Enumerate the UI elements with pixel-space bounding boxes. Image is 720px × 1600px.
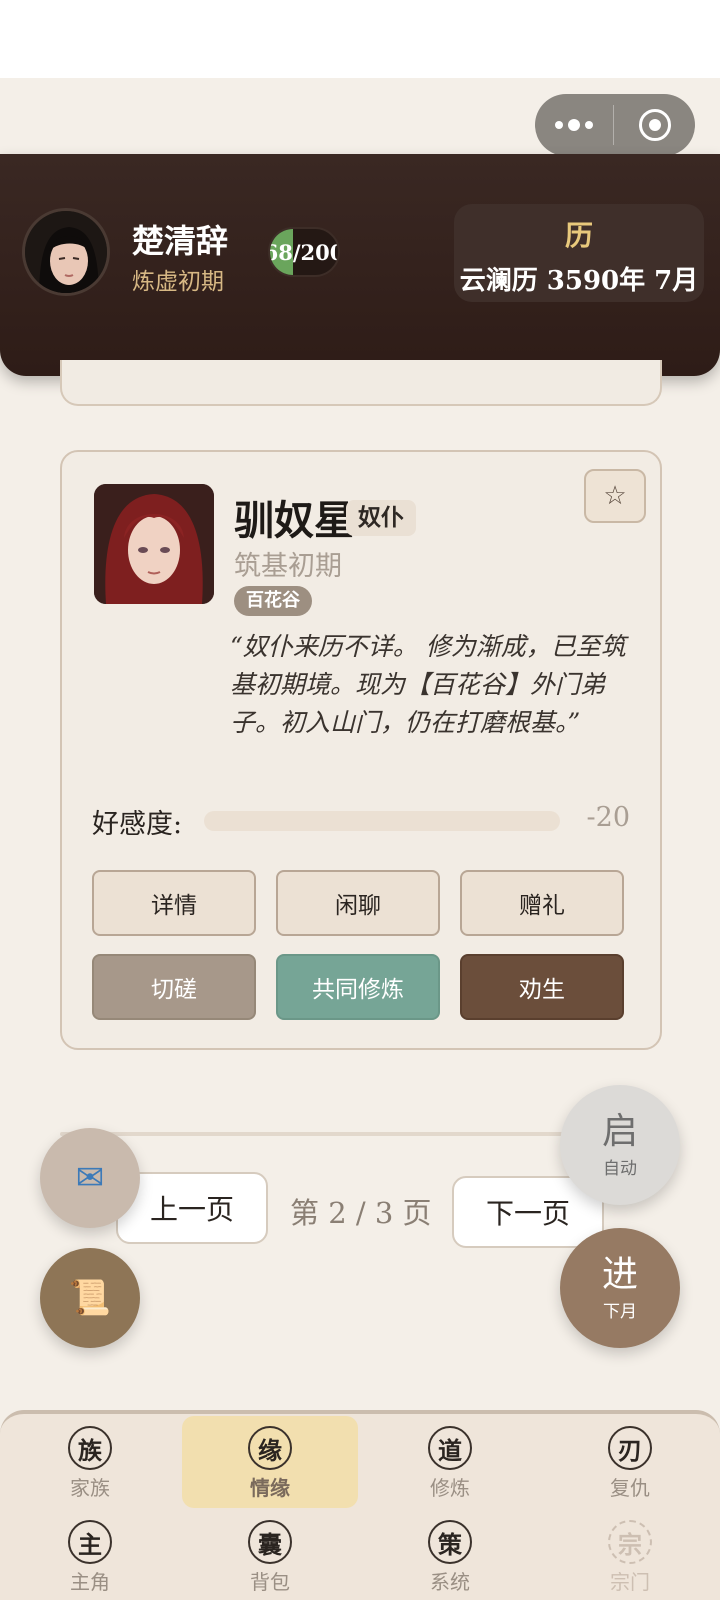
- next-month-glyph: 进: [601, 1253, 638, 1295]
- affection-value: -20: [586, 802, 630, 833]
- calendar-icon: 历: [564, 219, 593, 252]
- close-miniprogram-icon[interactable]: [614, 109, 695, 141]
- tab-system-icon: 策: [428, 1520, 472, 1564]
- hp-text: 68/200: [270, 239, 340, 265]
- player-name: 楚清辞: [132, 222, 229, 260]
- tab-protagonist-icon: 主: [68, 1520, 112, 1564]
- tab-revenge-label: 复仇: [610, 1476, 650, 1500]
- tab-sect-label: 宗门: [610, 1570, 650, 1594]
- affection-label: 好感度:: [92, 809, 183, 840]
- chat-button[interactable]: 闲聊: [276, 870, 440, 936]
- gift-button[interactable]: 赠礼: [460, 870, 624, 936]
- spar-button[interactable]: 切磋: [92, 954, 256, 1020]
- player-realm: 炼虚初期: [132, 269, 224, 295]
- tab-romance-icon: 缘: [248, 1426, 292, 1470]
- npc-description-quote: “奴仆来历不详。 修为渐成，已至筑基初期境。现为【百花谷】外门弟子。初入山门，仍…: [230, 632, 626, 737]
- tab-family-label: 家族: [70, 1476, 110, 1500]
- npc-realm: 筑基初期: [234, 551, 342, 582]
- tab-inventory[interactable]: 囊 背包: [182, 1510, 358, 1600]
- auto-play-button[interactable]: 启 自动: [560, 1085, 680, 1205]
- next-month-label: 下月: [603, 1301, 637, 1322]
- tab-inventory-icon: 囊: [248, 1520, 292, 1564]
- npc-name: 驯奴星: [234, 498, 354, 544]
- next-month-button[interactable]: 进 下月: [560, 1228, 680, 1348]
- tab-inventory-label: 背包: [250, 1570, 290, 1594]
- page-indicator: 第 2 / 3 页: [290, 1196, 432, 1230]
- tab-family[interactable]: 族 家族: [2, 1416, 178, 1508]
- calendar-date: 云澜历 3590年 7月: [459, 266, 699, 296]
- tab-revenge[interactable]: 刃 复仇: [542, 1416, 718, 1508]
- mail-icon: ✉: [75, 1158, 105, 1198]
- persuade-button[interactable]: 劝生: [460, 954, 624, 1020]
- tab-protagonist-label: 主角: [70, 1570, 110, 1594]
- previous-card-edge: [60, 360, 662, 406]
- miniprogram-capsule: [535, 94, 695, 156]
- hp-indicator: 68/200: [268, 227, 340, 277]
- tab-family-icon: 族: [68, 1426, 112, 1470]
- npc-portrait[interactable]: [94, 484, 214, 604]
- calendar-panel[interactable]: 历 云澜历 3590年 7月: [454, 204, 704, 302]
- auto-play-label: 自动: [603, 1158, 637, 1179]
- tab-sect-icon: 宗: [608, 1520, 652, 1564]
- npc-role-tag: 奴仆: [346, 500, 416, 536]
- player-avatar[interactable]: [22, 208, 110, 296]
- tab-cultivation-icon: 道: [428, 1426, 472, 1470]
- player-header: 楚清辞 炼虚初期 68/200 历 云澜历 3590年 7月: [0, 154, 720, 376]
- tab-protagonist[interactable]: 主 主角: [2, 1510, 178, 1600]
- bottom-tab-bar: 族 家族 缘 情缘 道 修炼 刃 复仇 主 主角 囊 背包 策 系统 宗 宗门: [0, 1410, 720, 1600]
- mail-button[interactable]: ✉: [40, 1128, 140, 1228]
- npc-card: 驯奴星 奴仆 ☆ 筑基初期 百花谷 “奴仆来历不详。 修为渐成，已至筑基初期境。…: [60, 450, 662, 1050]
- npc-sect-badge: 百花谷: [234, 586, 312, 616]
- tab-cultivation[interactable]: 道 修炼: [362, 1416, 538, 1508]
- tab-revenge-icon: 刃: [608, 1426, 652, 1470]
- details-button[interactable]: 详情: [92, 870, 256, 936]
- dual-cultivate-button[interactable]: 共同修炼: [276, 954, 440, 1020]
- more-menu-icon[interactable]: [535, 119, 613, 131]
- scroll-button[interactable]: 📜: [40, 1248, 140, 1348]
- scroll-icon: 📜: [68, 1278, 112, 1318]
- affection-bar: [204, 811, 560, 831]
- tab-system[interactable]: 策 系统: [362, 1510, 538, 1600]
- favorite-star-icon[interactable]: ☆: [584, 469, 646, 523]
- status-bar: [0, 0, 720, 78]
- tab-system-label: 系统: [430, 1570, 470, 1594]
- tab-sect[interactable]: 宗 宗门: [542, 1510, 718, 1600]
- tab-cultivation-label: 修炼: [430, 1476, 470, 1500]
- auto-play-glyph: 启: [601, 1110, 638, 1152]
- tab-romance-label: 情缘: [250, 1476, 290, 1500]
- tab-romance[interactable]: 缘 情缘: [182, 1416, 358, 1508]
